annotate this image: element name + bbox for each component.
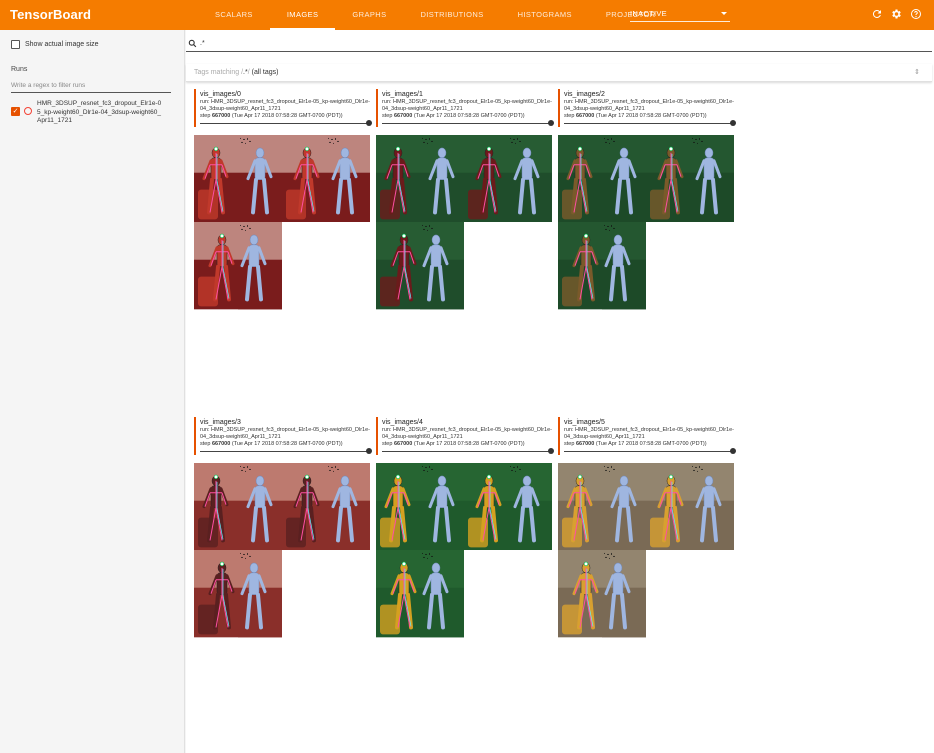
image-card-step: step 667000 (Tue Apr 17 2018 07:58:28 GM… — [382, 441, 525, 447]
image-grid[interactable] — [558, 463, 734, 725]
image-card-header: vis_images/1 run: HMR_3DSUP_resnet_fc3_d… — [376, 89, 554, 127]
image-card-header: vis_images/0 run: HMR_3DSUP_resnet_fc3_d… — [194, 89, 372, 127]
image-sample — [464, 135, 552, 223]
image-card-run: run: HMR_3DSUP_resnet_fc3_dropout_Elr1e-… — [200, 427, 370, 440]
image-sample — [558, 135, 646, 223]
step-slider-handle[interactable] — [730, 120, 736, 126]
image-card-title: vis_images/4 — [382, 419, 423, 426]
image-grid[interactable] — [376, 463, 552, 725]
image-card-run: run: HMR_3DSUP_resnet_fc3_dropout_Elr1e-… — [382, 427, 552, 440]
step-slider-handle[interactable] — [366, 120, 372, 126]
runs-title: Runs — [11, 66, 28, 73]
brand-title: TensorBoard — [10, 7, 92, 22]
nav-tabs: SCALARS IMAGES GRAPHS DISTRIBUTIONS HIST… — [198, 0, 673, 30]
image-card-step: step 667000 (Tue Apr 17 2018 07:58:28 GM… — [564, 113, 707, 119]
image-grid[interactable] — [376, 135, 552, 397]
step-slider-handle[interactable] — [548, 448, 554, 454]
show-actual-size-label: Show actual image size — [25, 41, 99, 48]
step-slider[interactable] — [200, 120, 372, 126]
image-card: vis_images/4 run: HMR_3DSUP_resnet_fc3_d… — [376, 417, 554, 727]
image-card-title: vis_images/2 — [564, 91, 605, 98]
run-item[interactable]: ✓ HMR_3DSUP_resnet_fc3_dropout_Elr1e-05_… — [11, 100, 176, 126]
image-sample — [194, 222, 282, 310]
inactive-select-value: INACTIVE — [630, 9, 667, 18]
image-card-run: run: HMR_3DSUP_resnet_fc3_dropout_Elr1e-… — [564, 99, 734, 112]
image-grid[interactable] — [194, 135, 370, 397]
tab-graphs[interactable]: GRAPHS — [335, 0, 403, 30]
tab-images[interactable]: IMAGES — [269, 0, 336, 30]
step-slider-handle[interactable] — [366, 448, 372, 454]
step-slider[interactable] — [564, 448, 736, 454]
run-label: HMR_3DSUP_resnet_fc3_dropout_Elr1e-05_kp… — [37, 100, 162, 124]
image-card-header: vis_images/4 run: HMR_3DSUP_resnet_fc3_d… — [376, 417, 554, 455]
top-bar: TensorBoard SCALARS IMAGES GRAPHS DISTRI… — [0, 0, 934, 30]
image-sample — [646, 135, 734, 223]
help-icon[interactable] — [909, 8, 922, 21]
image-card-run: run: HMR_3DSUP_resnet_fc3_dropout_Elr1e-… — [382, 99, 552, 112]
step-slider[interactable] — [382, 120, 554, 126]
refresh-icon[interactable] — [870, 8, 883, 21]
image-card-title: vis_images/1 — [382, 91, 423, 98]
image-sample — [194, 135, 282, 223]
image-sample — [376, 550, 464, 638]
image-card-title: vis_images/5 — [564, 419, 605, 426]
tab-scalars[interactable]: SCALARS — [198, 0, 270, 30]
image-sample — [376, 463, 464, 551]
image-card-header: vis_images/3 run: HMR_3DSUP_resnet_fc3_d… — [194, 417, 372, 455]
image-card-step: step 667000 (Tue Apr 17 2018 07:58:28 GM… — [564, 441, 707, 447]
image-card-step: step 667000 (Tue Apr 17 2018 07:58:28 GM… — [382, 113, 525, 119]
sidebar: Show actual image size Runs Write a rege… — [0, 30, 185, 753]
image-sample — [558, 550, 646, 638]
show-actual-size-toggle[interactable]: Show actual image size — [11, 40, 99, 49]
step-slider[interactable] — [382, 448, 554, 454]
image-sample — [282, 463, 370, 551]
tags-matching-header[interactable]: Tags matching /.*/ (all tags) ⇕ — [186, 64, 932, 82]
image-card-run: run: HMR_3DSUP_resnet_fc3_dropout_Elr1e-… — [564, 427, 734, 440]
step-slider[interactable] — [200, 448, 372, 454]
expand-icon[interactable]: ⇕ — [914, 68, 920, 76]
gear-icon[interactable] — [889, 8, 902, 21]
step-slider-handle[interactable] — [548, 120, 554, 126]
tab-histograms[interactable]: HISTOGRAMS — [501, 0, 589, 30]
image-sample — [282, 135, 370, 223]
inactive-dashboard-select[interactable]: INACTIVE — [630, 8, 730, 22]
runs-filter-input[interactable]: Write a regex to filter runs — [11, 79, 171, 93]
step-slider[interactable] — [564, 120, 736, 126]
run-checkbox[interactable]: ✓ — [11, 107, 20, 116]
main-panel: .* Tags matching /.*/ (all tags) ⇕ vis_i… — [186, 30, 934, 753]
image-grid[interactable] — [194, 463, 370, 725]
image-sample — [464, 463, 552, 551]
image-card: vis_images/5 run: HMR_3DSUP_resnet_fc3_d… — [558, 417, 736, 727]
image-sample — [558, 222, 646, 310]
image-card-title: vis_images/3 — [200, 419, 241, 426]
image-sample — [194, 463, 282, 551]
image-card-header: vis_images/5 run: HMR_3DSUP_resnet_fc3_d… — [558, 417, 736, 455]
tag-search-value: .* — [200, 40, 205, 47]
tab-distributions[interactable]: DISTRIBUTIONS — [403, 0, 500, 30]
image-card-step: step 667000 (Tue Apr 17 2018 07:58:28 GM… — [200, 441, 343, 447]
tags-count: (all tags) — [251, 69, 279, 76]
image-card: vis_images/3 run: HMR_3DSUP_resnet_fc3_d… — [194, 417, 372, 727]
tag-search-input[interactable]: .* — [186, 38, 932, 52]
image-card-title: vis_images/0 — [200, 91, 241, 98]
chevron-down-icon — [721, 12, 727, 15]
show-actual-size-checkbox[interactable] — [11, 40, 20, 49]
image-card: vis_images/1 run: HMR_3DSUP_resnet_fc3_d… — [376, 89, 554, 399]
image-card: vis_images/2 run: HMR_3DSUP_resnet_fc3_d… — [558, 89, 736, 399]
image-sample — [646, 463, 734, 551]
step-slider-handle[interactable] — [730, 448, 736, 454]
image-card-step: step 667000 (Tue Apr 17 2018 07:58:28 GM… — [200, 113, 343, 119]
tags-matching-label: Tags matching /.*/ (all tags) — [194, 69, 279, 76]
search-icon — [188, 39, 197, 50]
image-card-header: vis_images/2 run: HMR_3DSUP_resnet_fc3_d… — [558, 89, 736, 127]
image-sample — [376, 135, 464, 223]
image-card-run: run: HMR_3DSUP_resnet_fc3_dropout_Elr1e-… — [200, 99, 370, 112]
image-card: vis_images/0 run: HMR_3DSUP_resnet_fc3_d… — [194, 89, 372, 399]
run-color-dot — [24, 107, 32, 115]
image-sample — [376, 222, 464, 310]
image-grid[interactable] — [558, 135, 734, 397]
image-sample — [194, 550, 282, 638]
image-sample — [558, 463, 646, 551]
